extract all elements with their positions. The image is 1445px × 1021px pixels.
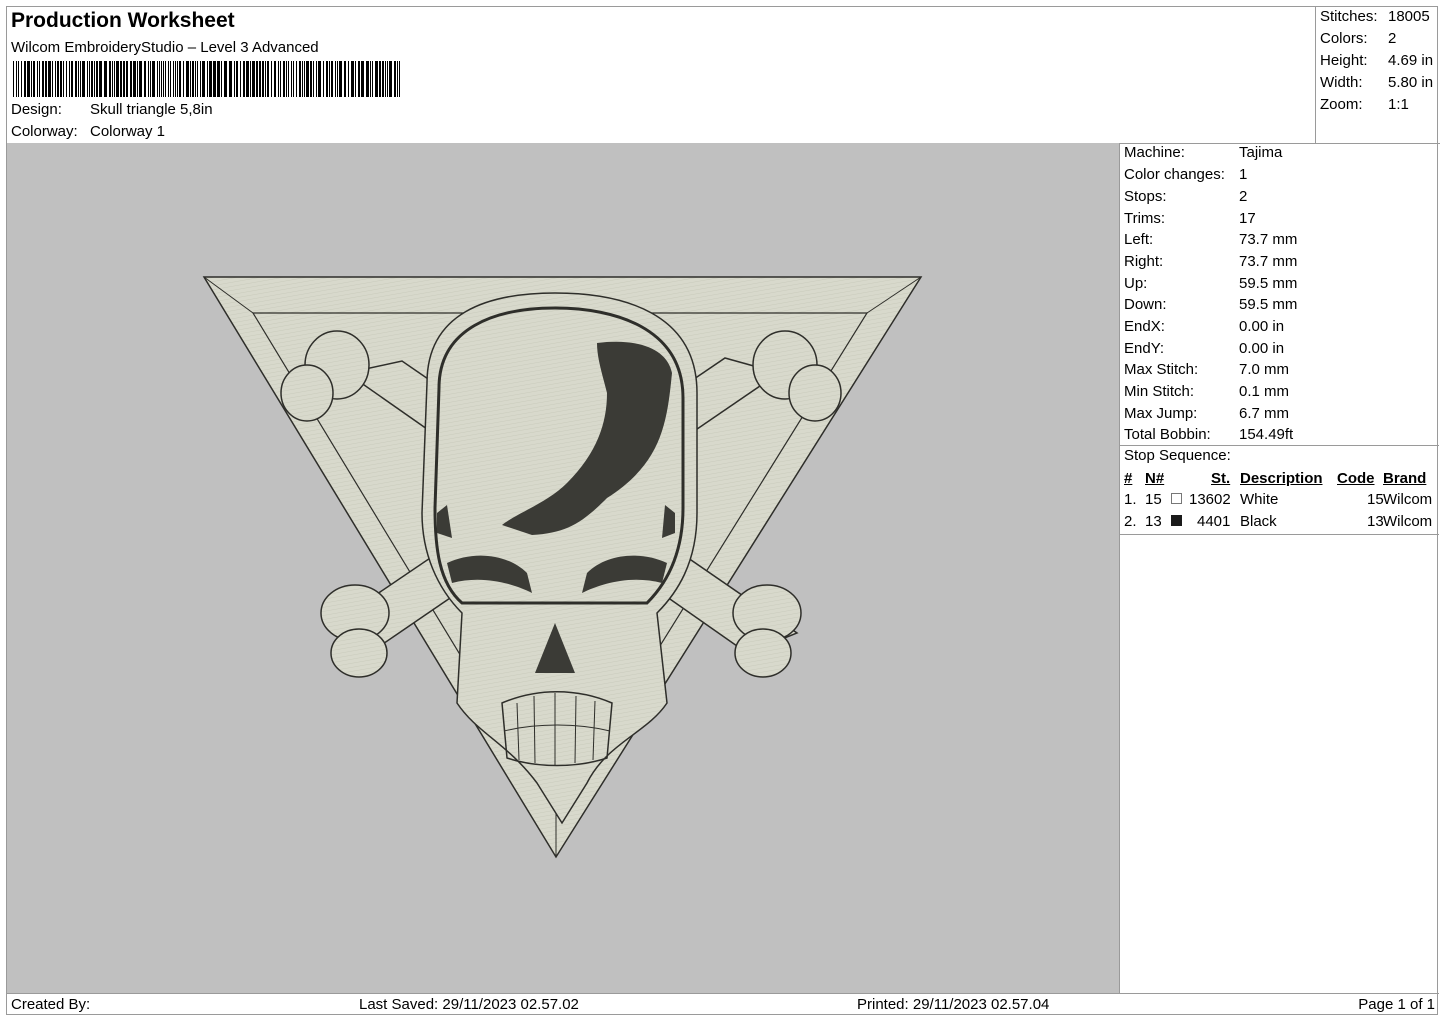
page-title: Production Worksheet bbox=[11, 9, 235, 32]
col-header-code: Code bbox=[1337, 470, 1375, 487]
colorway-label: Colorway: bbox=[11, 123, 78, 140]
info-stops: Stops: 2 bbox=[1124, 188, 1248, 205]
info-down: Down: 59.5 mm bbox=[1124, 296, 1298, 313]
worksheet: Production Worksheet Wilcom EmbroiderySt… bbox=[6, 6, 1440, 1016]
summary-height: Height: 4.69 in bbox=[1320, 52, 1434, 69]
created-by: Created By: bbox=[11, 996, 91, 1013]
info-total-bobbin: Total Bobbin: 154.49ft bbox=[1124, 426, 1294, 443]
design-value: Skull triangle 5,8in bbox=[90, 101, 213, 118]
col-header-stitches: St. bbox=[1211, 470, 1231, 487]
barcode-image bbox=[13, 61, 400, 97]
info-endx: EndX: 0.00 in bbox=[1124, 318, 1285, 335]
info-right: Right: 73.7 mm bbox=[1124, 253, 1298, 270]
last-saved: Last Saved: 29/11/2023 02.57.02 bbox=[359, 996, 579, 1013]
page-number: Page 1 of 1 bbox=[1358, 996, 1435, 1013]
info-left: Left: 73.7 mm bbox=[1124, 231, 1298, 248]
info-max-stitch: Max Stitch: 7.0 mm bbox=[1124, 361, 1290, 378]
info-endy: EndY: 0.00 in bbox=[1124, 340, 1285, 357]
software-name: Wilcom EmbroideryStudio – Level 3 Advanc… bbox=[11, 39, 319, 56]
skull bbox=[421, 292, 698, 825]
colorway-value: Colorway 1 bbox=[90, 123, 166, 140]
divider bbox=[1119, 534, 1439, 535]
col-header-brand: Brand bbox=[1383, 470, 1427, 487]
design-label: Design: bbox=[11, 101, 62, 118]
stop-sequence-label: Stop Sequence: bbox=[1124, 447, 1231, 464]
skull-triangle-embroidery bbox=[202, 276, 923, 859]
col-header-index: # bbox=[1124, 470, 1133, 487]
info-up: Up: 59.5 mm bbox=[1124, 275, 1298, 292]
machine-info-panel: Machine: Tajima Color changes: 1 Stops: 2 T… bbox=[1119, 143, 1439, 993]
info-min-stitch: Min Stitch: 0.1 mm bbox=[1124, 383, 1290, 400]
col-header-needle: N# bbox=[1145, 470, 1165, 487]
summary-width: Width: 5.80 in bbox=[1320, 74, 1434, 91]
color-swatch bbox=[1171, 515, 1182, 526]
summary-stitches: Stitches: 18005 bbox=[1320, 8, 1430, 25]
col-header-description: Description bbox=[1240, 470, 1323, 487]
colorway-row: Colorway: Colorway 1 bbox=[11, 123, 165, 140]
worksheet-header: Production Worksheet Wilcom EmbroiderySt… bbox=[7, 7, 1315, 144]
summary-box: Stitches: 18005 Colors: 2 Height: 4.69 in W… bbox=[1315, 7, 1440, 144]
info-max-jump: Max Jump: 6.7 mm bbox=[1124, 405, 1290, 422]
info-machine: Machine: Tajima bbox=[1124, 144, 1283, 161]
summary-zoom: Zoom: 1:1 bbox=[1320, 96, 1409, 113]
info-trims: Trims: 17 bbox=[1124, 210, 1256, 227]
worksheet-footer: Created By: Last Saved: 29/11/2023 02.57… bbox=[7, 993, 1439, 1016]
printed-date: Printed: 29/11/2023 02.57.04 bbox=[857, 996, 1050, 1013]
design-row: Design: Skull triangle 5,8in bbox=[11, 101, 213, 118]
summary-colors: Colors: 2 bbox=[1320, 30, 1397, 47]
divider bbox=[1119, 445, 1439, 446]
design-preview bbox=[7, 143, 1120, 993]
color-swatch bbox=[1171, 493, 1182, 504]
info-color-changes: Color changes: 1 bbox=[1124, 166, 1248, 183]
